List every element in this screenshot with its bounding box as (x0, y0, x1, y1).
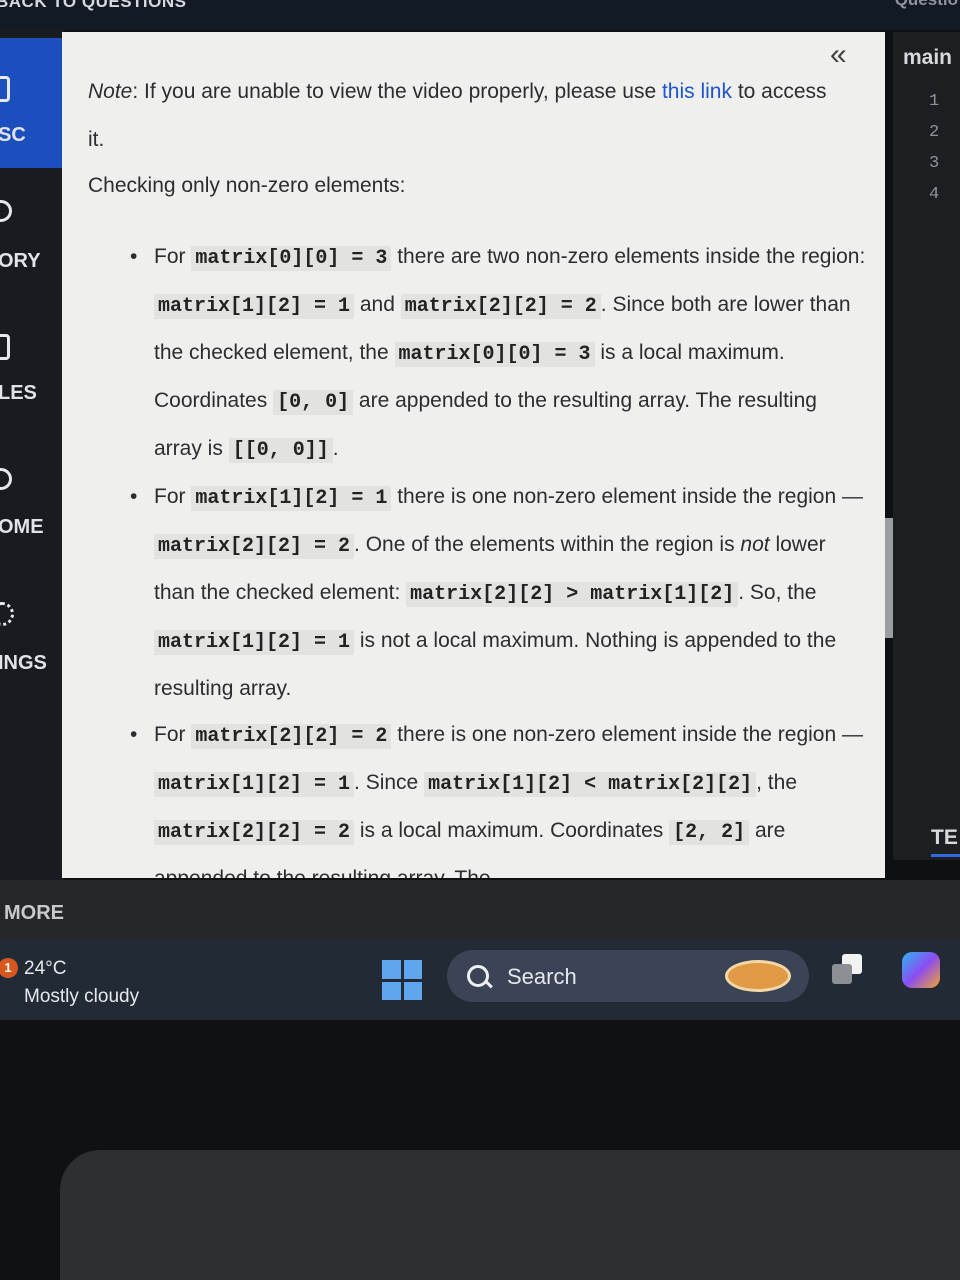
sidebar-item-3[interactable]: OME (0, 450, 62, 560)
questions-label: Questio (895, 0, 958, 10)
list-item: For matrix[0][0] = 3 there are two non-z… (130, 234, 866, 474)
note-text: : If you are unable to view the video pr… (132, 80, 662, 103)
bullet-text: . So, the (738, 581, 817, 604)
video-link[interactable]: this link (662, 80, 732, 103)
bullet-text: , the (756, 771, 798, 794)
task-view-icon[interactable] (832, 954, 864, 986)
content-panel: « Note: If you are unable to view the vi… (62, 32, 885, 878)
inline-code: matrix[1][2] < matrix[2][2] (424, 772, 757, 797)
list-item: For matrix[2][2] = 2 there is one non-ze… (130, 712, 866, 878)
bullet-text: there is one non-zero element inside the… (391, 485, 863, 508)
line-number: 1 (929, 92, 940, 111)
sidebar-more-strip: MORE (0, 880, 960, 940)
sidebar-item-label: OME (0, 516, 44, 538)
bullet-text: there is one non-zero element inside the… (391, 723, 863, 746)
laptop-base (60, 1150, 960, 1280)
history-icon (0, 200, 12, 222)
sidebar-item-more[interactable]: MORE (4, 902, 64, 925)
bullet-text: . One of the elements within the region … (354, 533, 741, 556)
gear-icon (0, 602, 14, 626)
inline-code: matrix[1][2] = 1 (154, 630, 355, 655)
inline-code: matrix[2][2] = 2 (154, 820, 355, 845)
pie-icon (725, 960, 791, 992)
sidebar: SC ORY LES OME INGS (0, 30, 64, 880)
inline-code: [2, 2] (669, 820, 750, 845)
inline-code: matrix[2][2] = 2 (400, 294, 601, 319)
weather-description[interactable]: Mostly cloudy (24, 986, 139, 1008)
bullet-text: For (154, 485, 192, 508)
document-icon (0, 76, 10, 102)
sidebar-item-label: ORY (0, 250, 41, 272)
windows-taskbar: 1 24°C Mostly cloudy Search (0, 940, 960, 1020)
search-label: Search (507, 964, 577, 989)
tab-tests[interactable]: TE (931, 826, 958, 850)
taskbar-search[interactable]: Search (447, 950, 809, 1002)
modules-icon (0, 334, 10, 360)
line-number: 4 (929, 185, 940, 204)
sidebar-item-0[interactable]: SC (0, 38, 62, 168)
explanation-list: For matrix[0][0] = 3 there are two non-z… (130, 234, 866, 878)
weather-temperature[interactable]: 24°C (24, 958, 66, 980)
inline-code: [[0, 0]] (228, 438, 333, 463)
line-number: 2 (929, 123, 940, 142)
copilot-icon[interactable] (902, 952, 940, 988)
home-icon (0, 468, 12, 490)
file-tab-main[interactable]: main (903, 46, 952, 70)
active-tab-indicator (931, 854, 960, 857)
sidebar-item-1[interactable]: ORY (0, 180, 62, 290)
sidebar-item-label: INGS (0, 652, 47, 674)
inline-code: matrix[2][2] = 2 (154, 534, 355, 559)
bullet-text: For (154, 245, 192, 268)
video-note: Note: If you are unable to view the vide… (88, 68, 838, 164)
windows-start-icon[interactable] (382, 960, 422, 1000)
sidebar-item-label: SC (0, 124, 26, 146)
back-to-questions-link[interactable]: BACK TO QUESTIONS (0, 0, 186, 12)
inline-code: matrix[0][0] = 3 (394, 342, 595, 367)
section-intro: Checking only non-zero elements: (88, 174, 406, 197)
sidebar-item-4[interactable]: INGS (0, 590, 62, 700)
emphasis-text: not (740, 533, 770, 556)
bullet-text: . Since (354, 771, 425, 794)
weather-badge: 1 (0, 958, 18, 978)
sidebar-item-2[interactable]: LES (0, 310, 62, 420)
bullet-text: . (332, 437, 339, 460)
sidebar-item-label: LES (0, 382, 37, 404)
search-icon (467, 965, 489, 987)
inline-code: [0, 0] (273, 390, 354, 415)
inline-code: matrix[2][2] > matrix[1][2] (406, 582, 739, 607)
list-item: For matrix[1][2] = 1 there is one non-ze… (130, 474, 866, 712)
note-prefix: Note (88, 80, 133, 103)
bullet-text: there are two non-zero elements inside t… (391, 245, 866, 268)
top-bar: BACK TO QUESTIONS Questio (0, 0, 960, 30)
bullet-text: For (154, 723, 192, 746)
inline-code: matrix[2][2] = 2 (191, 724, 392, 749)
bullet-text: is a local maximum. Coordinates (354, 819, 670, 842)
line-number: 3 (929, 154, 940, 173)
inline-code: matrix[1][2] = 1 (191, 486, 392, 511)
inline-code: matrix[1][2] = 1 (154, 294, 355, 319)
collapse-panel-button[interactable]: « (830, 38, 847, 72)
inline-code: matrix[0][0] = 3 (191, 246, 392, 271)
code-editor-panel: main 1 2 3 4 TE (893, 32, 960, 860)
bullet-text: and (354, 293, 401, 316)
inline-code: matrix[1][2] = 1 (154, 772, 355, 797)
